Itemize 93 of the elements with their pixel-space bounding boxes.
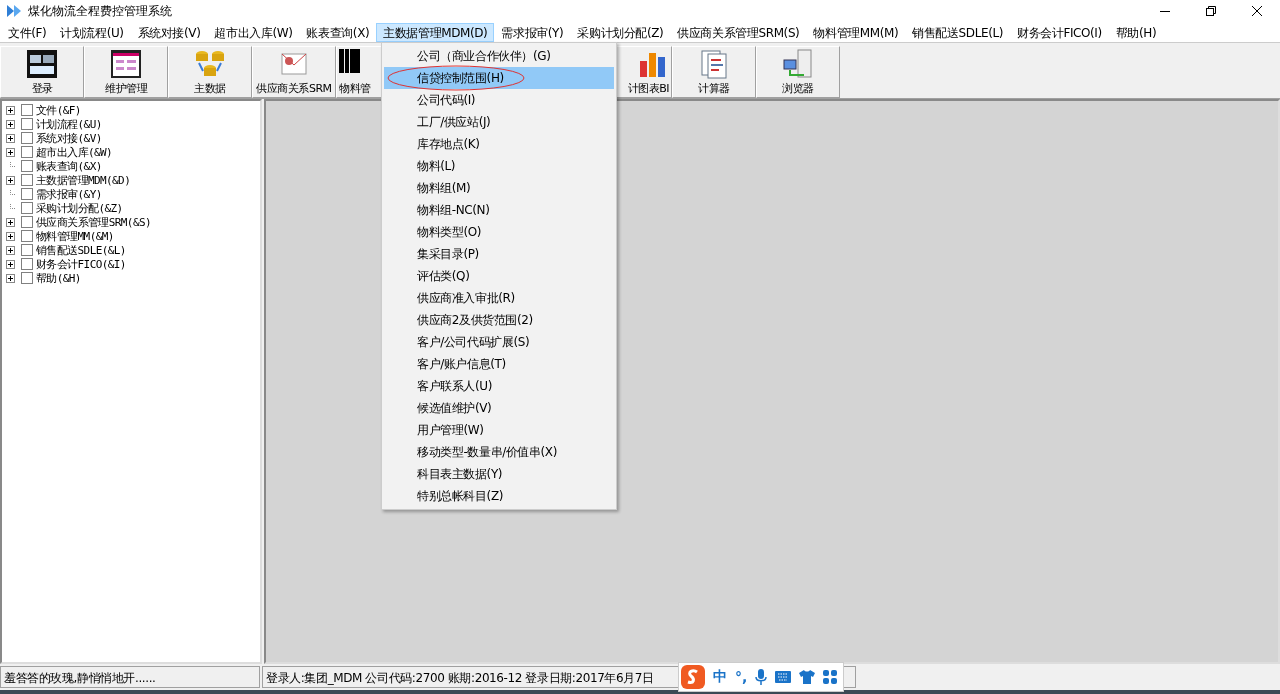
tree-item[interactable]: 系统对接(&V) [36,130,102,146]
tree-item[interactable]: 文件(&F) [36,102,81,118]
menu-item[interactable]: 财务会计FICO(I) [1010,22,1109,42]
grid-icon[interactable] [823,670,838,684]
close-icon [1252,6,1262,16]
tree-item[interactable]: 主数据管理MDM(&D) [36,172,131,188]
tree-item[interactable]: 超市出入库(&W) [36,144,113,160]
dropdown-item[interactable]: 集采目录(P) [384,243,614,265]
expand-icon[interactable] [6,105,15,115]
menu-item[interactable]: 计划流程(U) [53,22,131,42]
checkbox[interactable] [21,146,33,158]
checkbox[interactable] [21,202,33,214]
menu-item[interactable]: 文件(F) [1,22,54,42]
dropdown-item[interactable]: 客户/公司代码扩展(S) [384,331,614,353]
dropdown-item[interactable]: 物料组-NC(N) [384,199,614,221]
checkbox[interactable] [21,216,33,228]
menu-item[interactable]: 账表查询(X) [299,22,377,42]
expand-icon[interactable] [6,217,15,227]
expand-icon[interactable] [6,273,15,283]
tree-item[interactable]: 账表查询(&X) [36,158,102,174]
dropdown-item[interactable]: 物料类型(O) [384,221,614,243]
expand-icon[interactable] [6,175,15,185]
dropdown-item[interactable]: 用户管理(W) [384,419,614,441]
barcode-icon [339,49,361,73]
expand-icon[interactable] [6,259,15,269]
checkbox[interactable] [21,118,33,130]
checkbox[interactable] [21,160,33,172]
dropdown-item[interactable]: 候选值维护(V) [384,397,614,419]
keyboard-icon[interactable] [775,671,792,683]
menu-item[interactable]: 供应商关系管理SRM(S) [670,22,807,42]
toolbar-button[interactable]: 供应商关系SRM [252,46,336,98]
tree-item[interactable]: 供应商关系管理SRM(&S) [36,214,151,230]
dropdown-item[interactable]: 物料(L) [384,155,614,177]
window-icon [26,49,58,79]
restore-icon [1206,6,1216,16]
checkbox[interactable] [21,188,33,200]
menu-item[interactable]: 超市出入库(W) [207,22,300,42]
dropdown-item[interactable]: 移动类型-数量串/价值串(X) [384,441,614,463]
tree-item[interactable]: 财务会计FICO(&I) [36,256,126,272]
checkbox[interactable] [21,258,33,270]
checkbox[interactable] [21,104,33,116]
dropdown-item[interactable]: 科目表主数据(Y) [384,463,614,485]
expand-icon[interactable] [6,119,15,129]
tree-item[interactable]: 物料管理MM(&M) [36,228,114,244]
status-message: 羞答答的玫瑰,静悄悄地开...... [0,666,260,688]
expand-icon[interactable] [6,231,15,241]
document-icon [698,49,730,79]
tree-item[interactable]: 销售配送SDLE(&L) [36,242,126,258]
database-icon [194,49,226,79]
input-method-logo-icon[interactable] [681,665,705,689]
checkbox[interactable] [21,230,33,242]
dropdown-item[interactable]: 物料组(M) [384,177,614,199]
dropdown-item[interactable]: 工厂/供应站(J) [384,111,614,133]
expand-icon[interactable] [6,133,15,143]
dropdown-item[interactable]: 信贷控制范围(H) [384,67,614,89]
tree-item[interactable]: 帮助(&H) [36,270,81,286]
menu-item[interactable]: 系统对接(V) [130,22,208,42]
tree-item[interactable]: 需求报审(&Y) [36,186,102,202]
form-icon [110,49,142,79]
checkbox[interactable] [21,272,33,284]
toolbar-button[interactable]: 计算器 [672,46,756,98]
dropdown-item[interactable]: 客户/账户信息(T) [384,353,614,375]
dropdown-item[interactable]: 库存地点(K) [384,133,614,155]
dropdown-item[interactable]: 供应商2及供货范围(2) [384,309,614,331]
input-mode-toggle[interactable]: 中 [713,668,727,686]
dropdown-item[interactable]: 供应商准入审批(R) [384,287,614,309]
window-title: 煤化物流全程费控管理系统 [28,2,172,20]
tree-item[interactable]: 采购计划分配(&Z) [36,200,123,216]
tree-item[interactable]: 计划流程(&U) [36,116,102,132]
menu-item[interactable]: 采购计划分配(Z) [570,22,671,42]
app-logo-icon [6,3,22,19]
toolbar-button[interactable]: 维护管理 [84,46,168,98]
menu-item[interactable]: 需求报审(Y) [494,22,571,42]
menu-item[interactable]: 帮助(H) [1108,22,1164,42]
server-icon [782,49,814,79]
toolbar-button[interactable]: 主数据 [168,46,252,98]
dropdown-item[interactable]: 特别总帐科目(Z) [384,485,614,507]
menu-item[interactable]: 主数据管理MDM(D) [376,22,495,42]
shirt-icon[interactable] [799,670,816,684]
menu-item[interactable]: 物料管理MM(M) [806,22,906,42]
expand-icon[interactable] [6,245,15,255]
punctuation-toggle[interactable]: °, [735,669,748,685]
microphone-icon[interactable] [755,669,768,685]
checkbox[interactable] [21,174,33,186]
toolbar-button[interactable]: 登录 [0,46,84,98]
dropdown-item[interactable]: 评估类(Q) [384,265,614,287]
dropdown-item[interactable]: 客户联系人(U) [384,375,614,397]
menu-item[interactable]: 销售配送SDLE(L) [905,22,1010,42]
minimize-icon [1160,10,1170,12]
checkbox[interactable] [21,244,33,256]
checkbox[interactable] [21,132,33,144]
expand-icon[interactable] [6,147,15,157]
toolbar-button[interactable]: 浏览器 [756,46,840,98]
